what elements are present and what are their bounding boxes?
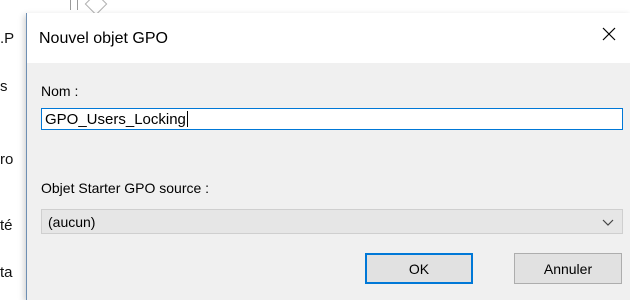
new-gpo-dialog: Nouvel objet GPO Nom : GPO_Users_Locking… xyxy=(26,13,630,300)
cancel-button[interactable]: Annuler xyxy=(514,253,622,284)
ok-button[interactable]: OK xyxy=(365,253,473,284)
background-window-edge xyxy=(70,0,78,10)
name-label: Nom : xyxy=(41,83,79,99)
dialog-titlebar: Nouvel objet GPO xyxy=(27,13,630,63)
close-icon xyxy=(602,27,616,41)
text-caret xyxy=(186,111,188,127)
chevron-down-icon xyxy=(602,219,614,226)
dialog-title: Nouvel objet GPO xyxy=(39,30,168,47)
starter-gpo-dropdown[interactable]: (aucun) xyxy=(41,209,623,234)
close-button[interactable] xyxy=(587,13,630,55)
starter-gpo-label: Objet Starter GPO source : xyxy=(41,180,210,196)
name-input-value: GPO_Users_Locking xyxy=(45,110,186,128)
starter-gpo-selected-value: (aucun) xyxy=(48,213,96,230)
name-input[interactable]: GPO_Users_Locking xyxy=(41,108,623,130)
